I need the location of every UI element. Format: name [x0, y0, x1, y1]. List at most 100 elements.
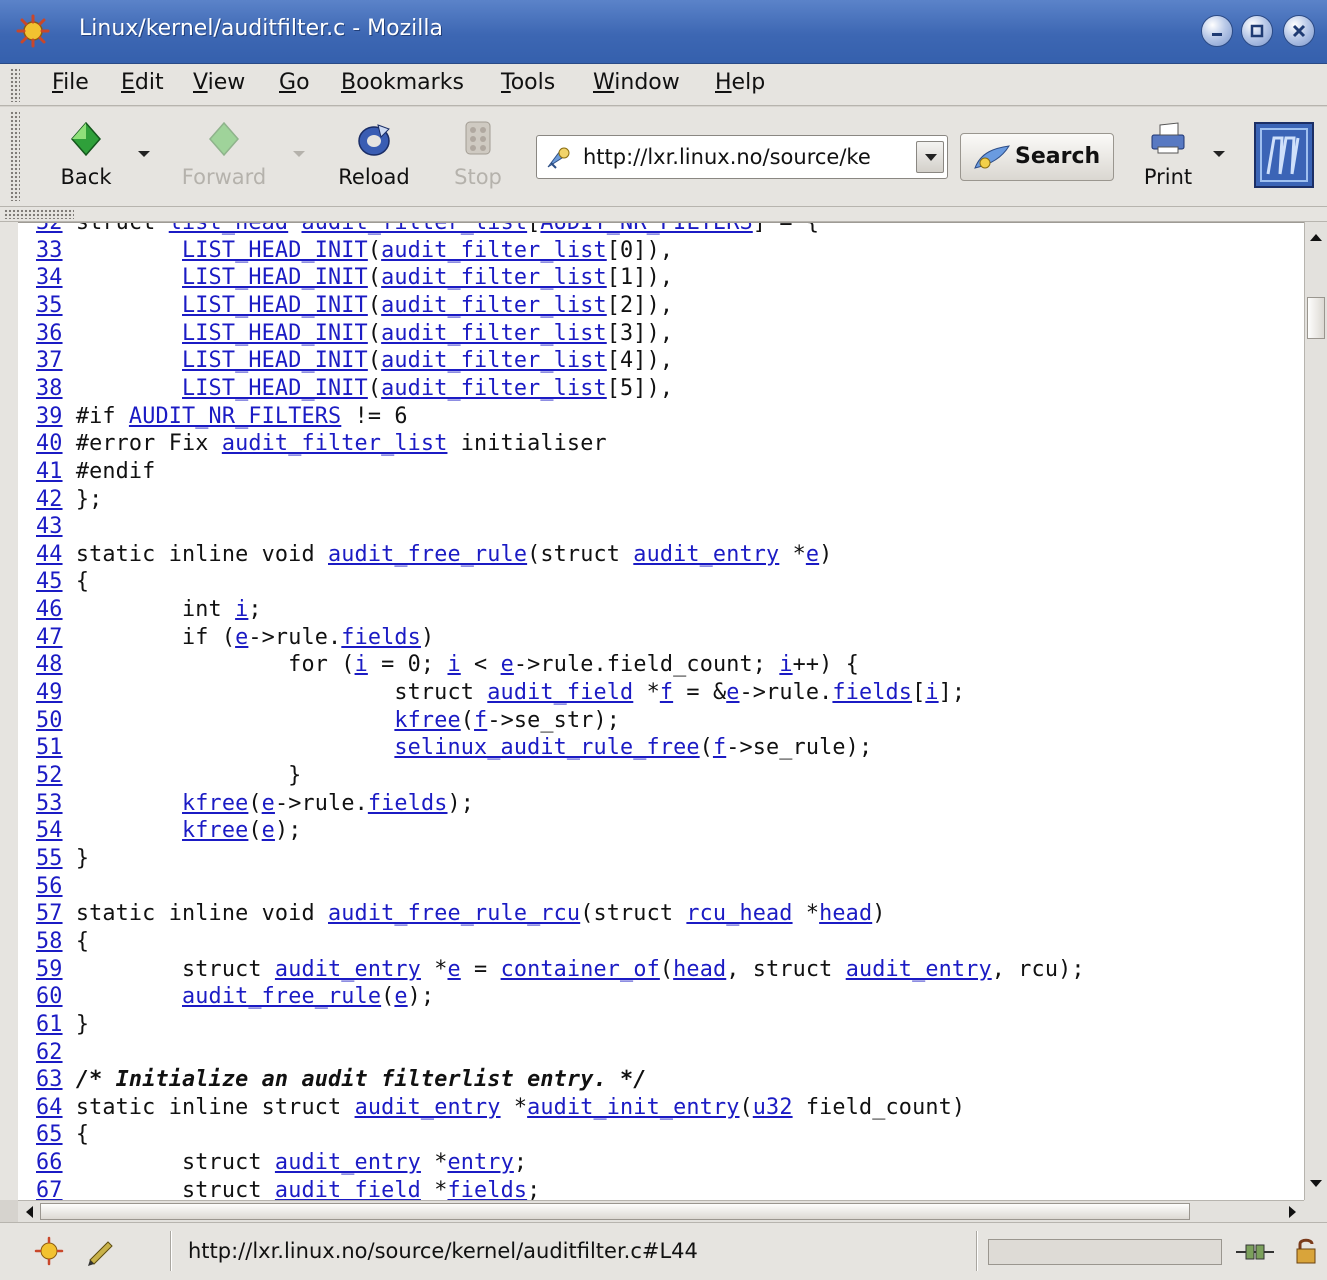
identifier-link[interactable]: audit_filter_list [381, 265, 607, 290]
online-plug-icon[interactable] [1236, 1239, 1274, 1265]
forward-button[interactable]: Forward [168, 115, 280, 199]
identifier-link[interactable]: LIST_HEAD_INIT [182, 321, 368, 346]
line-number-link[interactable]: 63 [36, 1067, 63, 1092]
personal-toolbar-grip[interactable] [4, 209, 74, 219]
identifier-link[interactable]: kfree [182, 818, 248, 843]
identifier-link[interactable]: AUDIT_NR_FILTERS [540, 223, 752, 235]
line-number-link[interactable]: 60 [36, 984, 63, 1009]
identifier-link[interactable]: i [447, 652, 460, 677]
identifier-link[interactable]: e [726, 680, 739, 705]
line-number-link[interactable]: 62 [36, 1040, 63, 1065]
vertical-scrollbar[interactable] [1304, 222, 1327, 1200]
line-number-link[interactable]: 67 [36, 1178, 63, 1200]
line-number-link[interactable]: 54 [36, 818, 63, 843]
identifier-link[interactable]: fields [447, 1178, 527, 1200]
identifier-link[interactable]: selinux_audit_rule_free [394, 735, 699, 760]
composer-pen-icon[interactable] [86, 1236, 116, 1266]
identifier-link[interactable]: audit_free_rule_rcu [328, 901, 580, 926]
identifier-link[interactable]: audit_filter_list [381, 348, 607, 373]
line-number-link[interactable]: 32 [36, 223, 63, 235]
line-number-link[interactable]: 66 [36, 1150, 63, 1175]
identifier-link[interactable]: container_of [501, 957, 660, 982]
identifier-link[interactable]: audit_init_entry [527, 1095, 739, 1120]
line-number-link[interactable]: 53 [36, 791, 63, 816]
line-number-link[interactable]: 47 [36, 625, 63, 650]
identifier-link[interactable]: i [235, 597, 248, 622]
url-bar[interactable]: http://lxr.linux.no/source/ke [536, 135, 948, 179]
identifier-link[interactable]: e [806, 542, 819, 567]
line-number-link[interactable]: 61 [36, 1012, 63, 1037]
url-history-dropdown[interactable] [916, 141, 944, 173]
identifier-link[interactable]: fields [832, 680, 912, 705]
identifier-link[interactable]: i [779, 652, 792, 677]
line-number-link[interactable]: 48 [36, 652, 63, 677]
identifier-link[interactable]: list_head [169, 223, 288, 235]
line-number-link[interactable]: 39 [36, 404, 63, 429]
line-number-link[interactable]: 58 [36, 929, 63, 954]
identifier-link[interactable]: LIST_HEAD_INIT [182, 348, 368, 373]
identifier-link[interactable]: AUDIT_NR_FILTERS [129, 404, 341, 429]
line-number-link[interactable]: 59 [36, 957, 63, 982]
scroll-down-icon[interactable] [1305, 1172, 1327, 1194]
identifier-link[interactable]: entry [447, 1150, 513, 1175]
maximize-button[interactable] [1241, 15, 1273, 47]
scroll-up-icon[interactable] [1305, 226, 1327, 248]
identifier-link[interactable]: e [262, 818, 275, 843]
menu-go[interactable]: Go [279, 70, 310, 95]
line-number-link[interactable]: 49 [36, 680, 63, 705]
identifier-link[interactable]: head [673, 957, 726, 982]
line-number-link[interactable]: 51 [36, 735, 63, 760]
line-number-link[interactable]: 37 [36, 348, 63, 373]
menubar-grip[interactable] [10, 68, 20, 102]
line-number-link[interactable]: 34 [36, 265, 63, 290]
identifier-link[interactable]: audit_entry [355, 1095, 501, 1120]
line-number-link[interactable]: 38 [36, 376, 63, 401]
identifier-link[interactable]: i [925, 680, 938, 705]
line-number-link[interactable]: 42 [36, 487, 63, 512]
menu-help[interactable]: Help [715, 70, 765, 95]
identifier-link[interactable]: e [394, 984, 407, 1009]
menu-window[interactable]: Window [593, 70, 680, 95]
identifier-link[interactable]: kfree [182, 791, 248, 816]
forward-history-dropdown[interactable] [293, 151, 305, 157]
mozilla-component-icon[interactable] [34, 1236, 64, 1266]
security-lock-icon[interactable] [1294, 1237, 1320, 1265]
print-button[interactable]: Print [1132, 115, 1204, 199]
identifier-link[interactable]: audit_field [487, 680, 633, 705]
search-button[interactable]: Search [960, 133, 1114, 181]
toolbar-collapse-strip[interactable] [0, 207, 1327, 222]
identifier-link[interactable]: fields [341, 625, 421, 650]
url-input[interactable]: http://lxr.linux.no/source/ke [583, 145, 913, 169]
identifier-link[interactable]: audit_entry [275, 957, 421, 982]
mozilla-app-icon[interactable] [16, 14, 50, 48]
identifier-link[interactable]: audit_entry [275, 1150, 421, 1175]
identifier-link[interactable]: audit_filter_list [301, 223, 527, 235]
identifier-link[interactable]: LIST_HEAD_INIT [182, 265, 368, 290]
line-number-link[interactable]: 65 [36, 1122, 63, 1147]
scroll-left-icon[interactable] [20, 1202, 40, 1222]
menu-view[interactable]: View [193, 70, 245, 95]
identifier-link[interactable]: f [474, 708, 487, 733]
line-number-link[interactable]: 57 [36, 901, 63, 926]
line-number-link[interactable]: 55 [36, 846, 63, 871]
identifier-link[interactable]: audit_field [275, 1178, 421, 1200]
identifier-link[interactable]: rcu_head [686, 901, 792, 926]
page-proxy-icon[interactable] [545, 145, 571, 171]
identifier-link[interactable]: audit_entry [846, 957, 992, 982]
minimize-button[interactable] [1201, 15, 1233, 47]
identifier-link[interactable]: LIST_HEAD_INIT [182, 293, 368, 318]
identifier-link[interactable]: head [819, 901, 872, 926]
identifier-link[interactable]: kfree [394, 708, 460, 733]
identifier-link[interactable]: audit_free_rule [328, 542, 527, 567]
line-number-link[interactable]: 35 [36, 293, 63, 318]
scroll-right-icon[interactable] [1282, 1202, 1302, 1222]
line-number-link[interactable]: 50 [36, 708, 63, 733]
identifier-link[interactable]: LIST_HEAD_INIT [182, 376, 368, 401]
line-number-link[interactable]: 46 [36, 597, 63, 622]
horizontal-scrollbar[interactable] [18, 1200, 1304, 1222]
identifier-link[interactable]: f [660, 680, 673, 705]
horizontal-scroll-thumb[interactable] [40, 1203, 1190, 1220]
identifier-link[interactable]: audit_filter_list [222, 431, 448, 456]
identifier-link[interactable]: i [355, 652, 368, 677]
identifier-link[interactable]: f [713, 735, 726, 760]
